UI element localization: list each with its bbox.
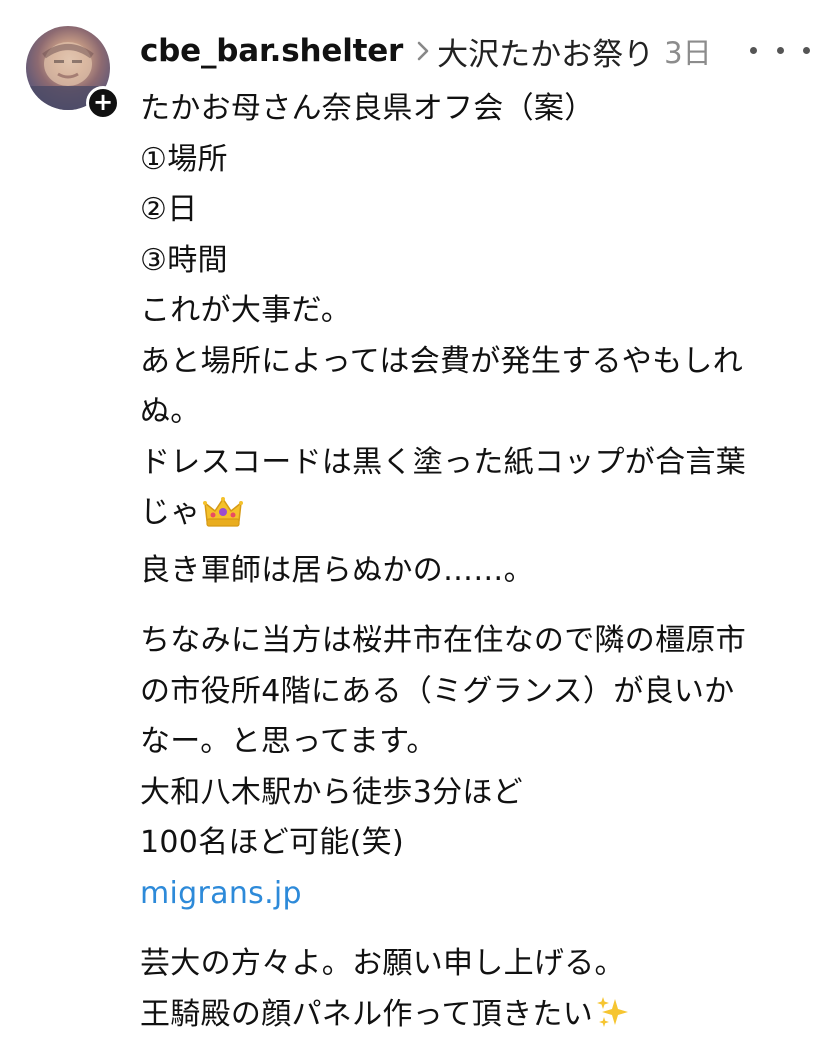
post-text-line: たかお母さん奈良県オフ会（案） (140, 84, 830, 135)
follow-button[interactable]: + (86, 86, 120, 120)
post-text-line: 良き軍師は居らぬかの……。 (140, 546, 830, 597)
paragraph-gap (140, 596, 830, 616)
topic-tag[interactable]: 大沢たかお祭り (437, 29, 654, 74)
crown-emoji-icon (203, 495, 243, 546)
post-text-line: ③時間 (140, 236, 830, 287)
external-link[interactable]: migrans.jp (140, 869, 830, 920)
post-body: たかお母さん奈良県オフ会（案） ①場所 ②日 ③時間 これが大事だ。 あと場所に… (140, 84, 830, 1047)
chevron-right-icon (415, 39, 431, 63)
post-text-line-with-emoji: じゃ (140, 488, 830, 546)
post-text-line: 大和八木駅から徒歩3分ほど (140, 768, 830, 819)
post-text: じゃ (140, 495, 201, 530)
post-text-line: これが大事だ。 (140, 286, 830, 337)
more-options-icon[interactable] (750, 40, 810, 60)
post-text-line: ①場所 (140, 135, 830, 186)
post-text-line: ドレスコードは黒く塗った紙コップが合言葉 (140, 438, 830, 489)
avatar-wrapper[interactable]: + (26, 26, 112, 112)
post-text-line-with-emoji: 王騎殿の顔パネル作って頂きたい (140, 990, 830, 1047)
post-text-line: ぬ。 (140, 387, 830, 438)
post-text: 王騎殿の顔パネル作って頂きたい (140, 997, 593, 1032)
post-text-line: ちなみに当方は桜井市在住なので隣の橿原市 (140, 616, 830, 667)
more-dot (777, 47, 784, 54)
more-dot (750, 47, 757, 54)
post-text-line: ②日 (140, 185, 830, 236)
post-card: + cbe_bar.shelter 大沢たかお祭り 3日 たかお母さん奈良県オフ… (0, 0, 835, 1024)
more-dot (803, 47, 810, 54)
post-time: 3日 (664, 30, 711, 72)
post-text-line: あと場所によっては会費が発生するやもしれ (140, 337, 830, 388)
post-text-line: の市役所4階にある（ミグランス）が良いか (140, 667, 830, 718)
post-text-line: 100名ほど可能(笑) (140, 818, 830, 869)
post-text-line: なー。と思ってます。 (140, 717, 830, 768)
paragraph-gap (140, 919, 830, 939)
post-text-line: 芸大の方々よ。お願い申し上げる。 (140, 939, 830, 990)
post-header: cbe_bar.shelter 大沢たかお祭り 3日 (140, 28, 830, 74)
username[interactable]: cbe_bar.shelter (140, 33, 403, 69)
sparkles-emoji-icon (595, 995, 631, 1047)
